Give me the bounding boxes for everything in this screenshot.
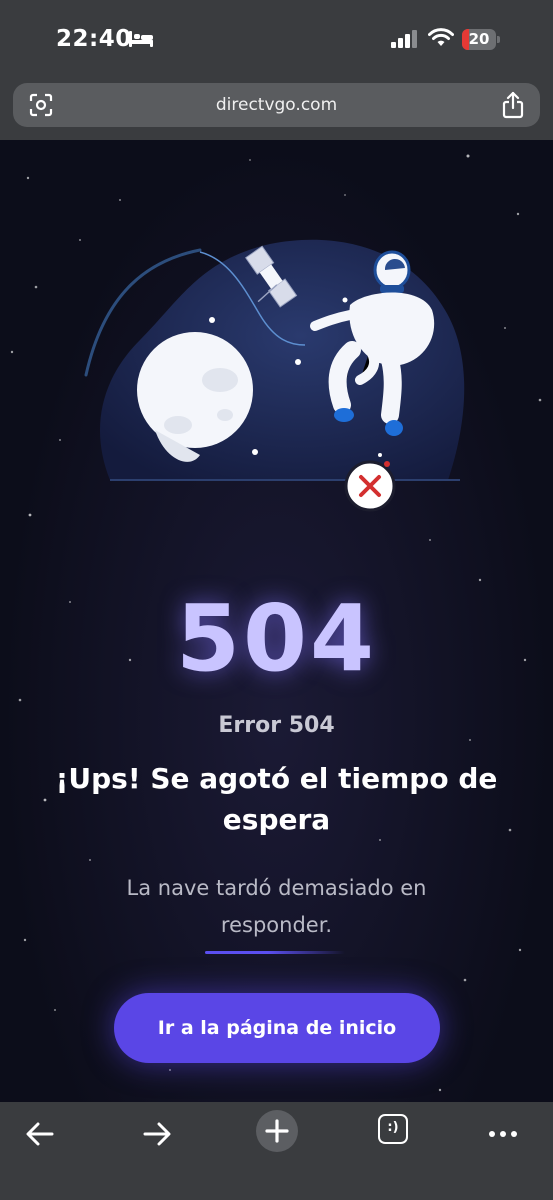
url-text[interactable]: directvgo.com <box>13 83 540 127</box>
error-label: Error 504 <box>218 713 335 738</box>
browser-url-area: directvgo.com <box>0 80 553 140</box>
battery-indicator: 20 <box>462 29 502 50</box>
back-icon[interactable] <box>22 1116 58 1152</box>
astronaut-illustration <box>84 239 465 512</box>
accent-divider <box>205 951 345 954</box>
error-message: La nave tardó demasiado en responder. <box>126 876 427 937</box>
go-home-button[interactable]: Ir a la página de inicio <box>114 993 440 1063</box>
new-tab-icon[interactable] <box>255 1109 299 1153</box>
tabs-icon[interactable]: :) <box>378 1114 408 1144</box>
share-icon[interactable] <box>502 91 524 119</box>
status-time: 22:40 <box>56 26 132 52</box>
tabs-glyph: :) <box>387 1120 399 1135</box>
status-bar: 22:40 20 <box>0 0 553 80</box>
error-headline: ¡Ups! Se agotó el tiempo de espera <box>55 762 498 836</box>
address-bar[interactable]: directvgo.com <box>13 83 540 127</box>
bed-icon <box>129 31 153 47</box>
forward-icon[interactable] <box>139 1116 175 1152</box>
error-code: 504 <box>175 585 378 692</box>
browser-toolbar: :) <box>0 1102 553 1200</box>
battery-level: 20 <box>468 30 490 48</box>
error-page: 504 Error 504 ¡Ups! Se agotó el tiempo d… <box>0 140 553 1102</box>
wifi-icon <box>428 28 454 46</box>
cellular-signal-icon <box>391 30 417 48</box>
more-icon[interactable] <box>485 1116 521 1152</box>
